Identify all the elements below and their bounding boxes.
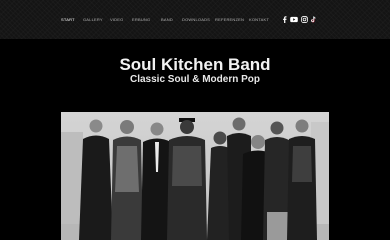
band-title: Soul Kitchen Band <box>119 55 271 74</box>
nav-item-band[interactable]: Band <box>161 17 173 23</box>
nav-item-referenzen[interactable]: Referenzen <box>215 17 244 23</box>
nav-item-video[interactable]: Video <box>110 17 123 23</box>
nav-item-downloads[interactable]: Downloads <box>182 17 210 23</box>
instagram-icon[interactable] <box>301 16 308 23</box>
band-subtitle: Classic Soul & Modern Pop <box>129 74 261 85</box>
nav-item-start[interactable]: Start <box>61 17 75 23</box>
nav-item-gallery[interactable]: Gallery <box>83 17 103 23</box>
band-photo <box>61 112 329 240</box>
youtube-icon[interactable] <box>290 16 298 23</box>
tiktok-icon[interactable] <box>310 16 317 23</box>
nav-item-kontakt[interactable]: Kontakt <box>249 17 269 23</box>
nav-item-erbung[interactable]: Erbung <box>132 17 150 23</box>
main-nav: Start Gallery Video Erbung Band Download… <box>0 17 390 23</box>
band-photo-image <box>61 112 329 240</box>
facebook-icon[interactable] <box>281 16 288 23</box>
site-header: Start Gallery Video Erbung Band Download… <box>0 0 390 39</box>
